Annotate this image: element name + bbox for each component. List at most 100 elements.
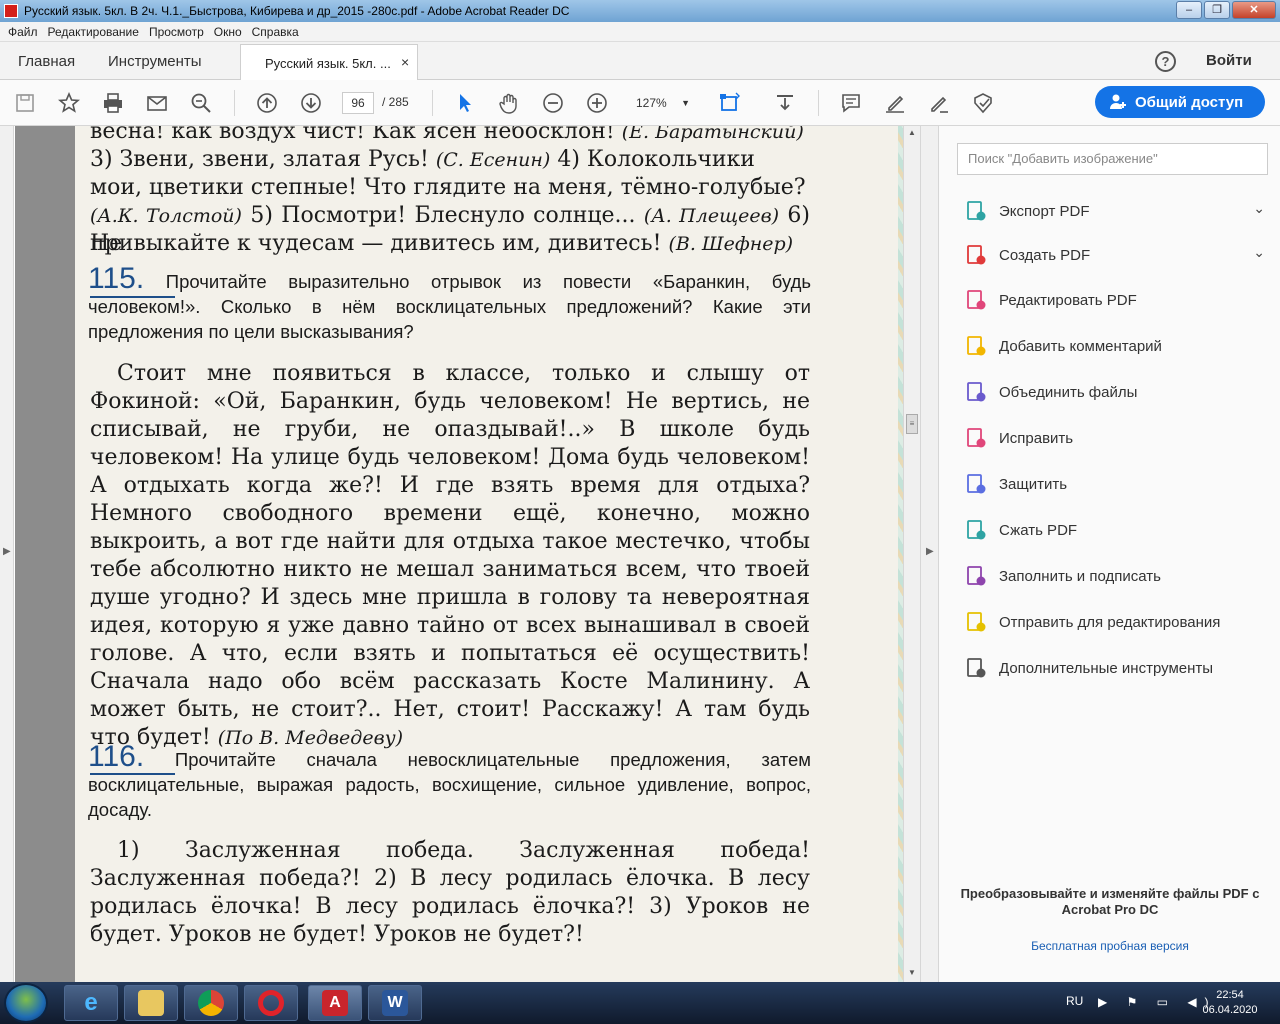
- scroll-mode-icon[interactable]: [772, 90, 798, 116]
- combine-files-icon: [965, 381, 987, 403]
- shield-icon: [965, 473, 987, 495]
- tab-home[interactable]: Главная: [18, 53, 75, 70]
- language-indicator[interactable]: RU: [1066, 994, 1083, 1008]
- start-button[interactable]: [4, 983, 48, 1023]
- word-icon[interactable]: W: [368, 985, 422, 1021]
- prev-page-icon[interactable]: [254, 90, 280, 116]
- acrobat-icon[interactable]: A: [308, 985, 362, 1021]
- chevron-down-icon[interactable]: ⌄: [1253, 244, 1265, 261]
- maximize-button[interactable]: ❐: [1204, 1, 1230, 19]
- page-number-input[interactable]: 96: [342, 92, 374, 114]
- help-icon[interactable]: ?: [1155, 51, 1176, 72]
- poem-line-5: привыкайте к чудесам — дивитесь им, диви…: [90, 231, 794, 256]
- tool-item[interactable]: Дополнительные инструменты: [965, 655, 1265, 681]
- tool-item-label: Исправить: [999, 429, 1074, 447]
- tool-item-label: Защитить: [999, 475, 1068, 493]
- zoom-select[interactable]: 127% ▼: [628, 92, 698, 114]
- chrome-icon[interactable]: [184, 985, 238, 1021]
- free-trial-link[interactable]: Бесплатная пробная версия: [939, 939, 1280, 953]
- close-window-button[interactable]: ✕: [1232, 1, 1276, 19]
- menu-bar: Файл Редактирование Просмотр Окно Справк…: [0, 22, 1280, 42]
- tab-document[interactable]: Русский язык. 5кл. ... ×: [240, 44, 418, 81]
- tool-item[interactable]: Создать PDF ⌄: [965, 242, 1265, 268]
- clock[interactable]: 22:54 06.04.2020: [1195, 988, 1265, 1018]
- email-icon[interactable]: [144, 90, 170, 116]
- document-viewport[interactable]: весна! как воздух чист! Как ясен небоскл…: [15, 126, 903, 982]
- signin-button[interactable]: Войти: [1206, 52, 1252, 69]
- tool-item-label: Сжать PDF: [999, 521, 1078, 539]
- tool-item[interactable]: Заполнить и подписать: [965, 563, 1265, 589]
- tool-item-label: Создать PDF: [999, 246, 1091, 264]
- tool-item[interactable]: Отправить для редактирования: [965, 609, 1265, 635]
- page-total: / 285: [382, 95, 409, 109]
- search-zoom-icon[interactable]: [188, 90, 214, 116]
- poem-line-1: весна! как воздух чист! Как ясен небоскл…: [90, 126, 804, 144]
- chevron-down-icon[interactable]: ⌄: [1253, 200, 1265, 217]
- menu-file[interactable]: Файл: [8, 25, 38, 39]
- promo-text: Преобразовывайте и изменяйте файлы PDF с…: [960, 886, 1260, 917]
- print-icon[interactable]: [100, 90, 126, 116]
- next-page-icon[interactable]: [298, 90, 324, 116]
- right-panel-toggle[interactable]: ▶: [920, 126, 938, 982]
- tool-item[interactable]: Добавить комментарий: [965, 333, 1265, 359]
- menu-help[interactable]: Справка: [252, 25, 299, 39]
- comment-icon: [965, 335, 987, 357]
- tool-item[interactable]: Сжать PDF: [965, 517, 1265, 543]
- main-toolbar: 96 / 285 127% ▼ Общий доступ: [0, 80, 1280, 126]
- export-pdf-icon: [965, 200, 987, 222]
- zoom-out-icon[interactable]: [540, 90, 566, 116]
- share-button[interactable]: Общий доступ: [1095, 86, 1265, 118]
- pdf-page: весна! как воздух чист! Как ясен небоскл…: [75, 126, 903, 982]
- page-fit-icon[interactable]: [716, 90, 742, 116]
- tool-item[interactable]: Объединить файлы: [965, 379, 1265, 405]
- poem-line-2: 3) Звени, звени, златая Русь! (С. Есенин…: [90, 147, 755, 172]
- tools-panel: Поиск "Добавить изображение" Экспорт PDF…: [938, 126, 1280, 982]
- tool-item-label: Дополнительные инструменты: [999, 659, 1214, 677]
- minimize-button[interactable]: –: [1176, 1, 1202, 19]
- bookmark-star-icon[interactable]: [56, 90, 82, 116]
- sign-pen-icon[interactable]: [926, 90, 952, 116]
- comment-icon[interactable]: [838, 90, 864, 116]
- poem-line-3: мои, цветики степные! Что глядите на мен…: [90, 175, 806, 200]
- tool-item-label: Редактировать PDF: [999, 291, 1137, 309]
- zoom-in-icon[interactable]: [584, 90, 610, 116]
- highlight-pen-icon[interactable]: [882, 90, 908, 116]
- zoom-value: 127%: [636, 96, 667, 110]
- expand-left-icon: ▶: [3, 546, 11, 557]
- tools-search-input[interactable]: Поиск "Добавить изображение": [957, 143, 1268, 175]
- tool-item[interactable]: Экспорт PDF ⌄: [965, 198, 1265, 224]
- collapse-right-icon: ▶: [926, 546, 934, 557]
- clock-date: 06.04.2020: [1202, 1004, 1258, 1016]
- explorer-icon[interactable]: [124, 985, 178, 1021]
- save-icon[interactable]: [12, 90, 38, 116]
- sign-icon: [965, 565, 987, 587]
- tool-item[interactable]: Исправить: [965, 425, 1265, 451]
- opera-icon[interactable]: [244, 985, 298, 1021]
- menu-view[interactable]: Просмотр: [149, 25, 204, 39]
- scroll-up-icon[interactable]: ▲: [908, 128, 916, 137]
- tool-item-label: Экспорт PDF: [999, 202, 1090, 220]
- edit-pdf-icon: [965, 289, 987, 311]
- menu-edit[interactable]: Редактирование: [48, 25, 139, 39]
- title-bar: Русский язык. 5кл. В 2ч. Ч.1._Быстрова, …: [0, 0, 1280, 22]
- tool-item[interactable]: Редактировать PDF: [965, 287, 1265, 313]
- exercise-116-text: 1) Заслуженная победа. Заслуженная побед…: [90, 838, 810, 947]
- fill-sign-icon[interactable]: [970, 90, 996, 116]
- vertical-scrollbar[interactable]: ▲ ≡ ▼: [903, 126, 920, 982]
- tab-bar: Главная Инструменты Русский язык. 5кл. .…: [0, 42, 1280, 81]
- tool-item[interactable]: Защитить: [965, 471, 1265, 497]
- window-title: Русский язык. 5кл. В 2ч. Ч.1._Быстрова, …: [24, 4, 570, 18]
- window-controls: – ❐ ✕: [1176, 1, 1276, 19]
- menu-window[interactable]: Окно: [214, 25, 242, 39]
- scroll-down-icon[interactable]: ▼: [908, 968, 916, 977]
- tab-tools[interactable]: Инструменты: [108, 53, 202, 70]
- tool-item-label: Заполнить и подписать: [999, 567, 1161, 585]
- exercise-115-text: Стоит мне появиться в классе, только и с…: [90, 361, 810, 750]
- clock-time: 22:54: [1216, 989, 1244, 1001]
- close-tab-icon[interactable]: ×: [401, 54, 409, 70]
- ie-icon[interactable]: e: [64, 985, 118, 1021]
- left-panel-toggle[interactable]: ▶: [0, 126, 14, 982]
- hand-tool-icon[interactable]: [496, 90, 522, 116]
- select-cursor-icon[interactable]: [452, 90, 478, 116]
- scroll-thumb[interactable]: ≡: [906, 414, 918, 434]
